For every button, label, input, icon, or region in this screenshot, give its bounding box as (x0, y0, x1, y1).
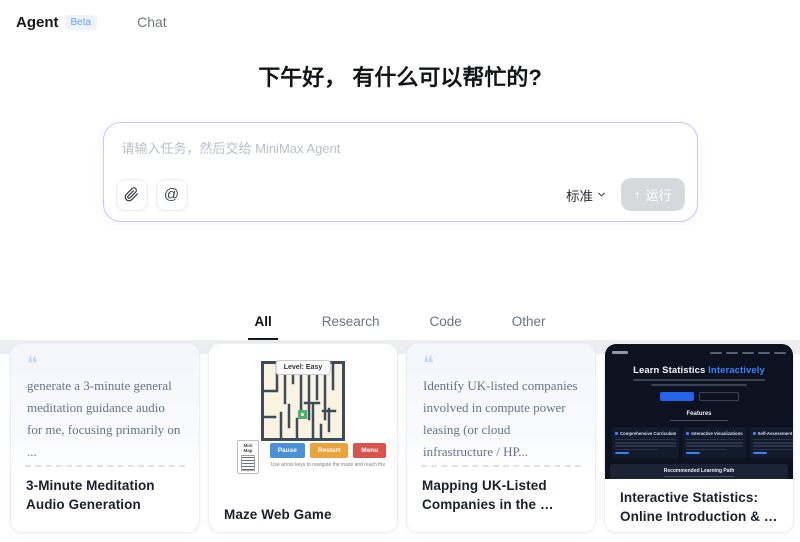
maze-preview: Level: Easy Mini Map Pause Restart Menu … (209, 360, 397, 496)
site-nav-links (710, 351, 786, 354)
quote-preview: ❝ Identify UK-listed companies involved … (407, 344, 595, 465)
chevron-down-icon (596, 189, 607, 200)
category-tabs: All Research Code Other (0, 310, 800, 340)
minimap-label: Mini Map (243, 443, 253, 453)
level-badge: Level: Easy (275, 360, 331, 375)
feature-link (615, 451, 629, 454)
beta-badge: Beta (64, 14, 98, 30)
learning-path-subtitle-line (664, 476, 734, 478)
quote-icon: ❝ (27, 351, 38, 375)
chat-tab[interactable]: Chat (137, 14, 167, 30)
primary-cta-button (659, 392, 694, 401)
top-bar: Agent Beta Chat (0, 0, 800, 34)
card-title: 3-Minute Meditation Audio Generation (11, 467, 199, 524)
paperclip-icon (124, 187, 139, 202)
card-title: Maze Web Game (209, 496, 397, 532)
task-input[interactable] (103, 123, 697, 175)
brand-title: Agent (16, 13, 59, 31)
restart-button: Restart (309, 443, 349, 458)
feature-card: Interactive Visualizations (683, 427, 746, 458)
run-button[interactable]: ↑ 运行 (620, 178, 685, 211)
pause-button: Pause (269, 443, 305, 458)
mode-dropdown[interactable]: 标准 (566, 185, 607, 205)
card-uk-companies[interactable]: ❝ Identify UK-listed companies involved … (406, 343, 596, 533)
quote-icon: ❝ (423, 351, 434, 375)
hero-subtitle-line (633, 379, 765, 381)
site-navbar (612, 349, 786, 356)
quote-preview: ❝ generate a 3-minute general meditation… (11, 344, 199, 465)
card-meditation-audio[interactable]: ❝ generate a 3-minute general meditation… (10, 343, 200, 533)
composer-toolbar: @ 标准 ↑ 运行 (115, 178, 685, 211)
arrow-up-icon: ↑ (633, 187, 641, 202)
feature-card: Comprehensive Curriculum (612, 427, 680, 458)
card-title: Interactive Statistics: Online Introduct… (605, 479, 793, 532)
menu-button: Menu (353, 443, 387, 458)
feature-link (752, 451, 767, 454)
hero-buttons (612, 392, 786, 401)
run-button-label: 运行 (645, 188, 672, 203)
features-subtitle-line (670, 419, 728, 421)
task-composer: @ 标准 ↑ 运行 (102, 122, 698, 222)
card-title: Mapping UK-Listed Companies in the … (407, 467, 595, 524)
attach-file-button[interactable] (115, 178, 148, 211)
card-interactive-statistics[interactable]: Learn Statistics Interactively Features … (604, 343, 794, 533)
maze-controls-row: Mini Map Pause Restart Menu Use arrow ke… (209, 440, 397, 474)
greeting-title: 下午好， 有什么可以帮忙的? (258, 65, 542, 90)
at-icon: @ (163, 186, 180, 203)
learning-path-panel: Recommended Learning Path (610, 463, 788, 479)
quote-text: Identify UK-listed companies involved in… (423, 378, 578, 459)
feature-card: Self-Assessment Quizzes (749, 427, 793, 458)
minimap-panel: Mini Map (237, 440, 259, 474)
card-maze-game[interactable]: Level: Easy Mini Map Pause Restart Menu … (208, 343, 398, 533)
tab-research[interactable]: Research (316, 310, 386, 340)
feature-link (686, 451, 701, 454)
site-logo (612, 351, 628, 354)
tab-code[interactable]: Code (424, 310, 468, 340)
mention-button[interactable]: @ (155, 178, 188, 211)
secondary-cta-button (698, 392, 739, 401)
agent-tab[interactable]: Agent Beta (16, 13, 98, 31)
hero-title: Learn Statistics Interactively (633, 365, 765, 376)
tab-all[interactable]: All (248, 310, 278, 340)
tab-other[interactable]: Other (506, 310, 552, 340)
feature-columns: Comprehensive Curriculum Interactive Vis… (612, 427, 793, 458)
hero-subtitle-line (651, 384, 747, 386)
learning-path-heading: Recommended Learning Path (663, 467, 735, 474)
quote-text: generate a 3-minute general meditation g… (27, 378, 181, 459)
features-heading: Features (686, 411, 712, 417)
statistics-site-preview: Learn Statistics Interactively Features … (605, 344, 793, 479)
minimap-image (241, 455, 255, 471)
mode-label: 标准 (565, 188, 593, 204)
maze-caption: Use arrow keys to navigate the maze and … (270, 462, 386, 468)
example-cards-row: ❝ generate a 3-minute general meditation… (10, 343, 794, 533)
